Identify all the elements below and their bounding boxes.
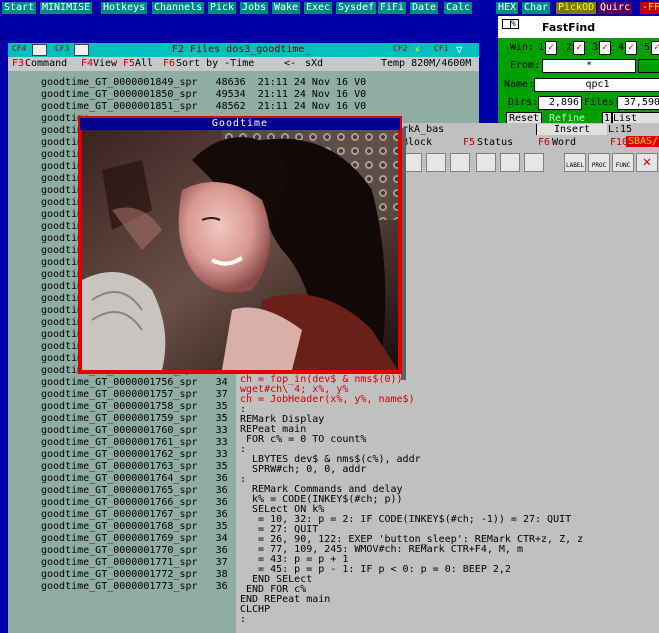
menu-hex[interactable]: HEX <box>496 2 519 14</box>
file-row[interactable]: goodtime_GT_0000001773_spr 36 <box>41 581 228 593</box>
file-row[interactable]: goodtime_GT_0000001768_spr 35 <box>41 521 228 533</box>
cf2-label: CF2 <box>393 44 408 53</box>
menu-quirc[interactable]: Quirc <box>598 2 633 14</box>
window-checkbox[interactable]: ✓ <box>545 41 557 55</box>
window-number: 1 <box>538 42 545 53</box>
code-line: FOR c% = 0 TO count% <box>240 434 367 445</box>
code-line: : <box>240 614 247 625</box>
menu-calc[interactable]: Calc <box>444 2 473 14</box>
minimise-icon[interactable]: ▽ <box>456 43 463 56</box>
window-checkbox[interactable]: ✓ <box>625 41 637 55</box>
all-button[interactable]: All <box>135 57 153 71</box>
window-checkbox[interactable]: ✓ <box>599 41 611 55</box>
menu-pickod[interactable]: PickOD <box>556 2 597 14</box>
menu-exec[interactable]: Exec <box>304 2 333 14</box>
file-row[interactable]: goodtime_GT_0000001849_spr 48636 21:11 2… <box>41 77 366 89</box>
f5-key: F5 <box>123 58 136 69</box>
files-window-title: F2 Files dos3_goodtime_ <box>172 44 311 55</box>
menu-pick[interactable]: Pick <box>208 2 237 14</box>
window-number: 2 <box>566 42 573 53</box>
window-number: 3 <box>592 42 599 53</box>
from-label: From: <box>510 60 541 71</box>
resize-icon[interactable]: ⚡ <box>414 43 421 56</box>
file-row[interactable]: goodtime_GT_0000001756_spr 34 <box>41 377 228 389</box>
file-row[interactable]: goodtime_GT_0000001771_spr 37 <box>41 557 228 569</box>
window-checkbox[interactable]: ✓ <box>573 41 585 55</box>
woman-portrait-image <box>82 130 398 370</box>
file-row[interactable]: goodtime_GT_0000001851_spr 48562 21:11 2… <box>41 101 366 113</box>
file-row[interactable]: goodtime_GT_0000001767_spr 36 <box>41 509 228 521</box>
menu-char[interactable]: Char <box>522 2 551 14</box>
code-line: SPRW#ch; 0, 0, addr <box>240 464 367 475</box>
menu-jobs[interactable]: Jobs <box>240 2 269 14</box>
window-number: 5 <box>644 42 651 53</box>
menu-minimise[interactable]: MINIMISE <box>40 2 93 14</box>
fastfind-title: FastFind <box>542 21 596 34</box>
video-window: Goodtime <box>78 116 402 374</box>
folder-icon[interactable] <box>32 44 47 56</box>
back-button[interactable]: <- <box>284 57 296 71</box>
file-row[interactable]: goodtime_GT_0000001759_spr 35 <box>41 413 228 425</box>
menu-start[interactable]: Start <box>2 2 37 14</box>
menu-bar: Start MINIMISE Hotkeys Channels Pick Jobs Wake… <box>0 0 659 16</box>
file-row[interactable]: goodtime_GT_0000001765_spr 36 <box>41 485 228 497</box>
from-field[interactable]: * <box>542 59 636 73</box>
code-line: ch = JobHeader(x%, y%, name$) <box>240 394 415 405</box>
file-row[interactable]: goodtime_GT_0000001764_spr 36 <box>41 473 228 485</box>
video-title-bar[interactable]: Goodtime <box>80 118 400 130</box>
menu-sysdef[interactable]: Sysdef <box>336 2 377 14</box>
cf4-label: CF4 <box>12 44 27 53</box>
file-row[interactable]: goodtime_GT_0000001770_spr 36 <box>41 545 228 557</box>
name-label: Name: <box>504 79 535 90</box>
window-number: 4 <box>618 42 625 53</box>
file-row[interactable]: goodtime_GT_0000001763_spr 35 <box>41 461 228 473</box>
dirs-count: 2,896 <box>538 96 582 110</box>
menu-fifi[interactable]: FiFi <box>378 2 407 14</box>
fastfind-window: % FastFind Win: 1 ✓ 2 ✓ 3 ✓ 4 ✓ 5 ✓ From: * Name:… <box>498 16 659 126</box>
command-button[interactable]: Command <box>25 57 67 71</box>
sort-by-time-button[interactable]: Sort by -Time <box>176 57 254 71</box>
file-row[interactable]: goodtime_GT_0000001761_spr 33 <box>41 437 228 449</box>
file-row[interactable]: goodtime_GT_0000001760_spr 33 <box>41 425 228 437</box>
window-checkbox[interactable]: ✓ <box>651 41 659 55</box>
cf3-label: CF3 <box>55 44 70 53</box>
video-frame <box>82 130 398 370</box>
win-label: Win: <box>510 42 535 53</box>
move-window-icon[interactable] <box>74 44 89 56</box>
f6-key: F6 <box>163 58 176 69</box>
view-button[interactable]: View <box>93 57 117 71</box>
files-command-bar: F3 Command F4 View F5 All F6 Sort by -Ti… <box>8 57 479 71</box>
file-row[interactable]: goodtime_GT_0000001762_spr 33 <box>41 449 228 461</box>
files-count: 37,590 <box>617 96 659 110</box>
files-label: Files <box>584 97 615 108</box>
temp-space-readout: Temp 820M/4600M <box>381 58 472 69</box>
file-row[interactable]: goodtime_GT_0000001757_spr 37 <box>41 389 228 401</box>
dirs-label: Dirs: <box>508 97 539 108</box>
f4-key: F4 <box>81 58 94 69</box>
file-row[interactable]: goodtime_GT_0000001766_spr 36 <box>41 497 228 509</box>
menu-hotkeys[interactable]: Hotkeys <box>101 2 148 14</box>
files-title-bar[interactable]: CF4 CF3 F2 Files dos3_goodtime_ CF2 ⚡ CF… <box>8 43 479 57</box>
menu-channels[interactable]: Channels <box>152 2 205 14</box>
sxd-button[interactable]: sXd <box>305 57 323 71</box>
from-browse-button[interactable] <box>638 59 659 73</box>
fastfind-title-bar[interactable]: % FastFind <box>498 16 659 38</box>
file-row[interactable]: goodtime_GT_0000001758_spr 35 <box>41 401 228 413</box>
file-row[interactable]: goodtime_GT_0000001769_spr 34 <box>41 533 228 545</box>
cf1-label: CF1 <box>434 44 449 53</box>
menu-ff[interactable]: -FF <box>640 2 659 14</box>
menu-date[interactable]: Date <box>410 2 439 14</box>
file-row[interactable]: goodtime_GT_0000001850_spr 49534 21:11 2… <box>41 89 366 101</box>
file-row[interactable]: goodtime_GT_0000001772_spr 38 <box>41 569 228 581</box>
name-field[interactable]: qpc1 <box>534 78 659 92</box>
menu-wake[interactable]: Wake <box>272 2 301 14</box>
percent-icon[interactable]: % <box>510 19 519 29</box>
f3-key: F3 <box>12 58 25 69</box>
